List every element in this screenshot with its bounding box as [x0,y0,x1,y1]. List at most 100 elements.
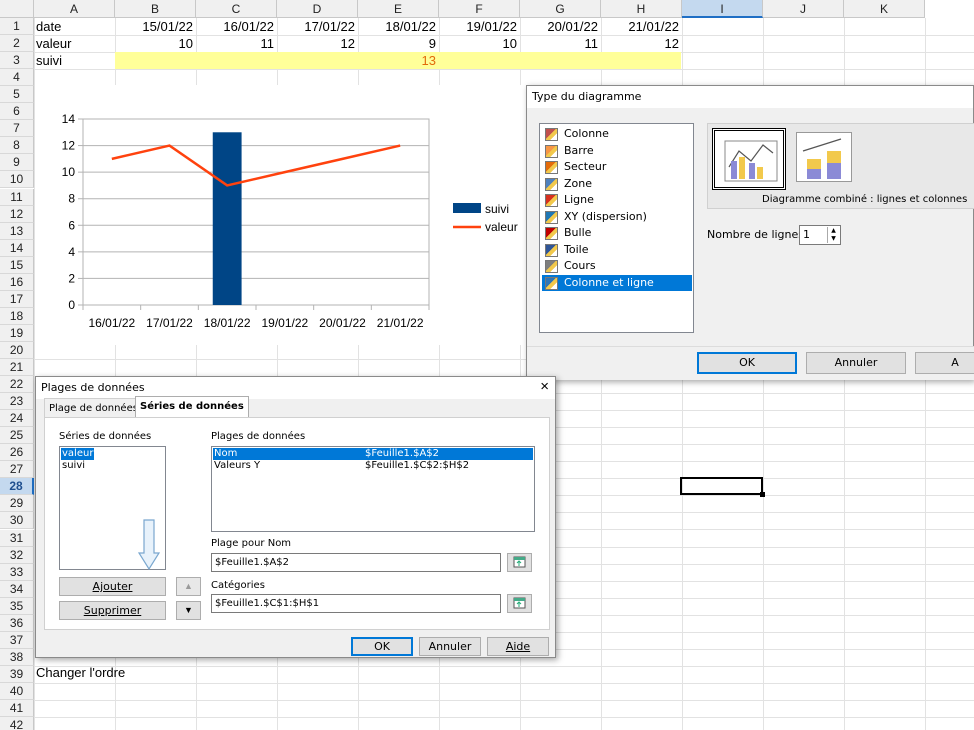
column-header-j[interactable]: J [763,0,844,18]
row-header-37[interactable]: 37 [0,632,34,649]
ranges-help-button[interactable]: Aide [487,637,549,656]
range-row-name[interactable]: Nom $Feuille1.$A$2 [213,448,533,460]
chart-type-ligne[interactable]: Ligne [542,192,692,208]
cell-c2[interactable]: 11 [196,35,277,52]
cell-d2[interactable]: 12 [277,35,358,52]
column-header-a[interactable]: A [34,0,115,18]
series-list[interactable]: valeur suivi [59,446,166,571]
row-header-18[interactable]: 18 [0,308,34,325]
variant-stacked-columns-and-lines[interactable] [796,132,852,182]
ranges-ok-button[interactable]: OK [351,637,413,656]
column-header-h[interactable]: H [601,0,682,18]
row-header-24[interactable]: 24 [0,410,34,427]
cell-g1[interactable]: 20/01/22 [520,18,601,35]
variant-columns-and-lines[interactable] [712,128,786,190]
categories-field[interactable]: $Feuille1.$C$1:$H$1 [211,594,501,613]
move-up-button[interactable]: ▲ [176,577,201,596]
chart-type-xy-dispersion[interactable]: XY (dispersion) [542,209,692,225]
row-header-13[interactable]: 13 [0,223,34,240]
row-header-41[interactable]: 41 [0,700,34,717]
row-header-9[interactable]: 9 [0,154,34,171]
remove-series-button[interactable]: Supprimer [59,601,166,620]
row-header-10[interactable]: 10 [0,171,34,188]
row-header-17[interactable]: 17 [0,291,34,308]
row-header-27[interactable]: 27 [0,461,34,478]
close-icon[interactable]: × [540,379,549,395]
select-categories-button[interactable] [507,594,532,613]
chart-type-cours[interactable]: Cours [542,258,692,274]
row-header-15[interactable]: 15 [0,257,34,274]
row-header-12[interactable]: 12 [0,206,34,223]
cell-g2[interactable]: 11 [520,35,601,52]
spin-buttons[interactable]: ▲ ▼ [827,227,839,243]
row-header-34[interactable]: 34 [0,581,34,598]
row-header-6[interactable]: 6 [0,103,34,120]
move-down-button[interactable]: ▼ [176,601,201,620]
chart-type-toile[interactable]: Toile [542,242,692,258]
series-item-valeur[interactable]: valeur [61,448,95,460]
type-cancel-button[interactable]: Annuler [806,352,906,374]
cell-a3[interactable]: suivi [36,52,114,69]
cell-c1[interactable]: 16/01/22 [196,18,277,35]
chart-type-zone[interactable]: Zone [542,176,692,192]
ranges-list[interactable]: Nom $Feuille1.$A$2 Valeurs Y $Feuille1.$… [211,446,535,532]
series-item-suivi[interactable]: suivi [61,460,86,472]
row-header-19[interactable]: 19 [0,325,34,342]
row-header-25[interactable]: 25 [0,427,34,444]
type-help-button[interactable]: A [915,352,974,374]
column-header-i[interactable]: I [682,0,763,18]
column-header-e[interactable]: E [358,0,439,18]
column-header-b[interactable]: B [115,0,196,18]
chart-object[interactable]: 0 2 4 6 8 10 12 14 16/01/22 17/01/22 18/01/22 19/01… [35,85,526,345]
chart-type-colonne-et-ligne[interactable]: Colonne et ligne [542,274,692,291]
row-header-16[interactable]: 16 [0,274,34,291]
tab-data-series[interactable]: Séries de données [135,396,249,418]
row-header-39[interactable]: 39 [0,666,34,683]
cell-f1[interactable]: 19/01/22 [439,18,520,35]
row-header-2[interactable]: 2 [0,35,34,52]
name-range-field[interactable]: $Feuille1.$A$2 [211,553,501,572]
cell-e1[interactable]: 18/01/22 [358,18,439,35]
row-header-5[interactable]: 5 [0,86,34,103]
column-header-g[interactable]: G [520,0,601,18]
chart-type-secteur[interactable]: Secteur [542,159,692,175]
select-name-range-button[interactable] [507,553,532,572]
chart-type-colonne[interactable]: Colonne [542,126,692,142]
row-header-20[interactable]: 20 [0,342,34,359]
row-header-22[interactable]: 22 [0,376,34,393]
cell-e3[interactable]: 13 [358,52,439,69]
row-header-1[interactable]: 1 [0,18,34,35]
row-header-28[interactable]: 28 [0,478,34,495]
tab-data-range[interactable]: Plage de données [44,398,143,418]
range-row-values-y[interactable]: Valeurs Y $Feuille1.$C$2:$H$2 [213,460,533,472]
select-all-corner[interactable] [0,0,34,18]
spreadsheet[interactable]: ABCDEFGHIJK 1 2 3 4 5 6 7 8 9 10 11 12 13 14 15 16 17 18 1… [0,0,974,730]
row-header-36[interactable]: 36 [0,615,34,632]
chart-type-barre[interactable]: Barre [542,143,692,159]
chart-type-list[interactable]: Colonne Barre Secteur Zone Ligne XY (dispersi… [539,123,694,333]
row-header-23[interactable]: 23 [0,393,34,410]
column-header-c[interactable]: C [196,0,277,18]
row-header-26[interactable]: 26 [0,444,34,461]
row-header-32[interactable]: 32 [0,547,34,564]
lines-count-field[interactable]: 1 ▲ ▼ [799,225,841,245]
row-header-38[interactable]: 38 [0,649,34,666]
cell-a2[interactable]: valeur [36,35,114,52]
cell-h2[interactable]: 12 [601,35,682,52]
row-header-35[interactable]: 35 [0,598,34,615]
chart-type-bulle[interactable]: Bulle [542,225,692,241]
cell-a1[interactable]: date [36,18,114,35]
cell-b1[interactable]: 15/01/22 [115,18,196,35]
row-header-14[interactable]: 14 [0,240,34,257]
row-header-7[interactable]: 7 [0,120,34,137]
row-header-3[interactable]: 3 [0,52,34,69]
active-cell-cursor[interactable] [680,477,765,497]
cell-f2[interactable]: 10 [439,35,520,52]
row-header-42[interactable]: 42 [0,717,34,730]
row-header-8[interactable]: 8 [0,137,34,154]
cell-a39[interactable]: Changer l'ordre [36,664,236,681]
type-ok-button[interactable]: OK [697,352,797,374]
row-header-40[interactable]: 40 [0,683,34,700]
column-header-d[interactable]: D [277,0,358,18]
cell-e2[interactable]: 9 [358,35,439,52]
